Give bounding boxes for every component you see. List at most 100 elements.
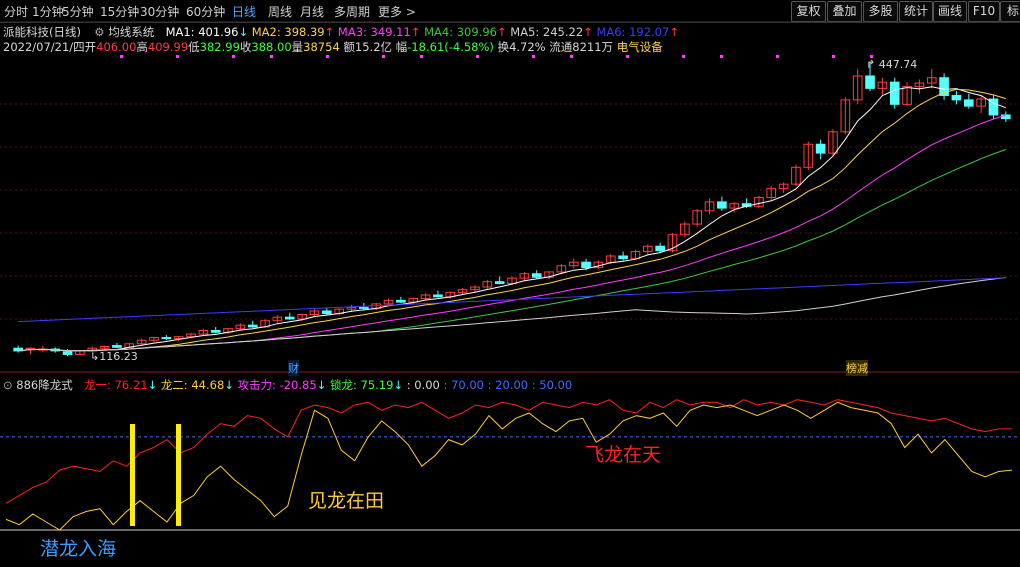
low-price-marker: ↳116.23 xyxy=(90,350,138,363)
candle-body xyxy=(902,86,912,105)
candle-body xyxy=(741,203,752,207)
period-tab[interactable]: 15分钟 xyxy=(100,3,139,20)
candle-body xyxy=(778,183,789,190)
signal-dot xyxy=(626,55,629,58)
candle-body xyxy=(457,289,468,293)
candle-body xyxy=(260,320,270,328)
zero-line-value: : 0.00 xyxy=(406,378,440,392)
toolbar-button[interactable]: 复权 xyxy=(791,1,826,22)
high-price-marker: ↱ 447.74 xyxy=(866,58,917,71)
candle-body xyxy=(359,306,369,309)
period-tab[interactable]: 分时 xyxy=(4,3,28,20)
candle-body xyxy=(766,188,777,198)
period-tab[interactable]: 30分钟 xyxy=(140,3,179,20)
candle-body xyxy=(149,337,159,341)
candle-body xyxy=(605,255,616,263)
candle-body xyxy=(321,310,332,315)
period-tab[interactable]: 60分钟 xyxy=(186,3,225,20)
candle-body xyxy=(173,336,184,339)
candle-body xyxy=(680,223,690,236)
candle-body xyxy=(75,350,85,355)
toolbar-button[interactable]: F10 xyxy=(968,1,1000,22)
period-tab[interactable]: 5分钟 xyxy=(62,3,94,20)
industry-value[interactable]: 电气设备 xyxy=(617,40,663,54)
close-label: 收 xyxy=(239,40,252,54)
arrow-down-icon: ↓ xyxy=(238,25,249,39)
candle-body xyxy=(309,310,320,316)
long1-value: 龙一: 76.21 xyxy=(84,378,148,392)
candle-body xyxy=(729,203,740,209)
period-tab[interactable]: 月线 xyxy=(300,3,324,20)
ma5-line xyxy=(18,277,1006,352)
high-marker-icon: ↱ xyxy=(866,58,876,71)
signal-dot xyxy=(532,55,535,58)
ma2-value: MA2: 398.39 xyxy=(251,25,325,39)
arrow-down-icon: ↓ xyxy=(393,378,404,392)
label-feilong: 飞龙在天 xyxy=(585,444,662,466)
candle-body xyxy=(124,343,135,348)
arrow-up-icon: ↑ xyxy=(324,25,335,39)
rank-tag[interactable]: 榜减 xyxy=(846,360,868,376)
signal-dot xyxy=(420,55,423,58)
candle-body xyxy=(272,316,283,322)
settings-icon[interactable]: ⚙ xyxy=(94,25,104,39)
high-marker-label: 447.74 xyxy=(878,58,918,71)
candle-body xyxy=(939,77,949,96)
candle-body xyxy=(926,77,937,84)
candle-body xyxy=(13,347,23,352)
toolbar-button[interactable]: 统计 xyxy=(899,1,933,22)
toolbar-button[interactable]: 标 xyxy=(1000,1,1020,22)
ma4-value: MA4: 309.96 xyxy=(424,25,497,39)
ma4-line xyxy=(18,149,1006,352)
indicator-legend: ⊙ 886降龙式 龙一: 76.21↓ 龙二: 44.68↓ 攻击力: -20.… xyxy=(3,377,572,393)
candle-body xyxy=(667,234,678,252)
candle-body xyxy=(161,337,172,340)
candle-body xyxy=(433,294,443,298)
amount-value: 额15.2亿 xyxy=(343,40,393,54)
low-label: 低 xyxy=(188,40,200,54)
ma1-value: MA1: 401.96 xyxy=(165,25,239,39)
candle-body xyxy=(482,281,493,288)
candle-body xyxy=(519,273,530,279)
toolbar-button[interactable]: 画线 xyxy=(933,1,967,22)
toolbar-button[interactable]: 叠加 xyxy=(827,1,862,22)
candle-body xyxy=(544,271,554,278)
candle-body xyxy=(815,143,826,154)
period-tab[interactable]: 1分钟 xyxy=(32,3,64,20)
candle-body xyxy=(717,201,727,209)
label-qianlong: 潜龙入海 xyxy=(40,538,117,560)
high-value: 409.99 xyxy=(147,40,189,54)
candle-body xyxy=(754,196,764,207)
period-tab[interactable]: 多周期 xyxy=(334,3,370,20)
attack-value: 攻击力: -20.85 xyxy=(237,378,317,392)
low-value: 382.99 xyxy=(199,40,240,54)
period-tab[interactable]: 周线 xyxy=(268,3,292,20)
candle-body xyxy=(642,245,653,253)
ma6-value: MA6: 192.07 xyxy=(596,25,670,39)
candle-body xyxy=(593,261,604,269)
ma-system-label[interactable]: 均线系统 xyxy=(108,25,154,39)
finance-tag[interactable]: 财 xyxy=(288,360,299,376)
indicator-name[interactable]: 886降龙式 xyxy=(16,378,72,392)
candle-body xyxy=(99,345,110,349)
line20-value: : 20.00 xyxy=(487,378,529,392)
toolbar-button[interactable]: 多股 xyxy=(863,1,898,22)
candle-body xyxy=(297,314,307,320)
main-legend-line: 派能科技(日线) ⚙ 均线系统 MA1: 401.96↓ MA2: 398.39… xyxy=(3,24,679,40)
collapse-icon[interactable]: ⊙ xyxy=(3,378,13,392)
candle-body xyxy=(186,333,196,338)
arrow-up-icon: ↑ xyxy=(410,25,421,39)
low-marker-icon: ↳ xyxy=(90,350,100,363)
candle-body xyxy=(840,99,851,133)
candle-body xyxy=(25,347,36,350)
arrow-up-icon: ↑ xyxy=(583,25,593,39)
change-value: -18.61(-4.58%) xyxy=(407,40,494,54)
candle-body xyxy=(371,303,382,309)
long1-line xyxy=(5,399,1012,504)
period-tab[interactable]: 日线 xyxy=(232,3,256,20)
period-tab[interactable]: 更多 > xyxy=(378,3,416,20)
signal-dot xyxy=(476,55,479,58)
candle-body xyxy=(494,281,505,284)
arrow-up-icon: ↑ xyxy=(496,25,507,39)
kline-chart[interactable] xyxy=(0,0,1020,567)
